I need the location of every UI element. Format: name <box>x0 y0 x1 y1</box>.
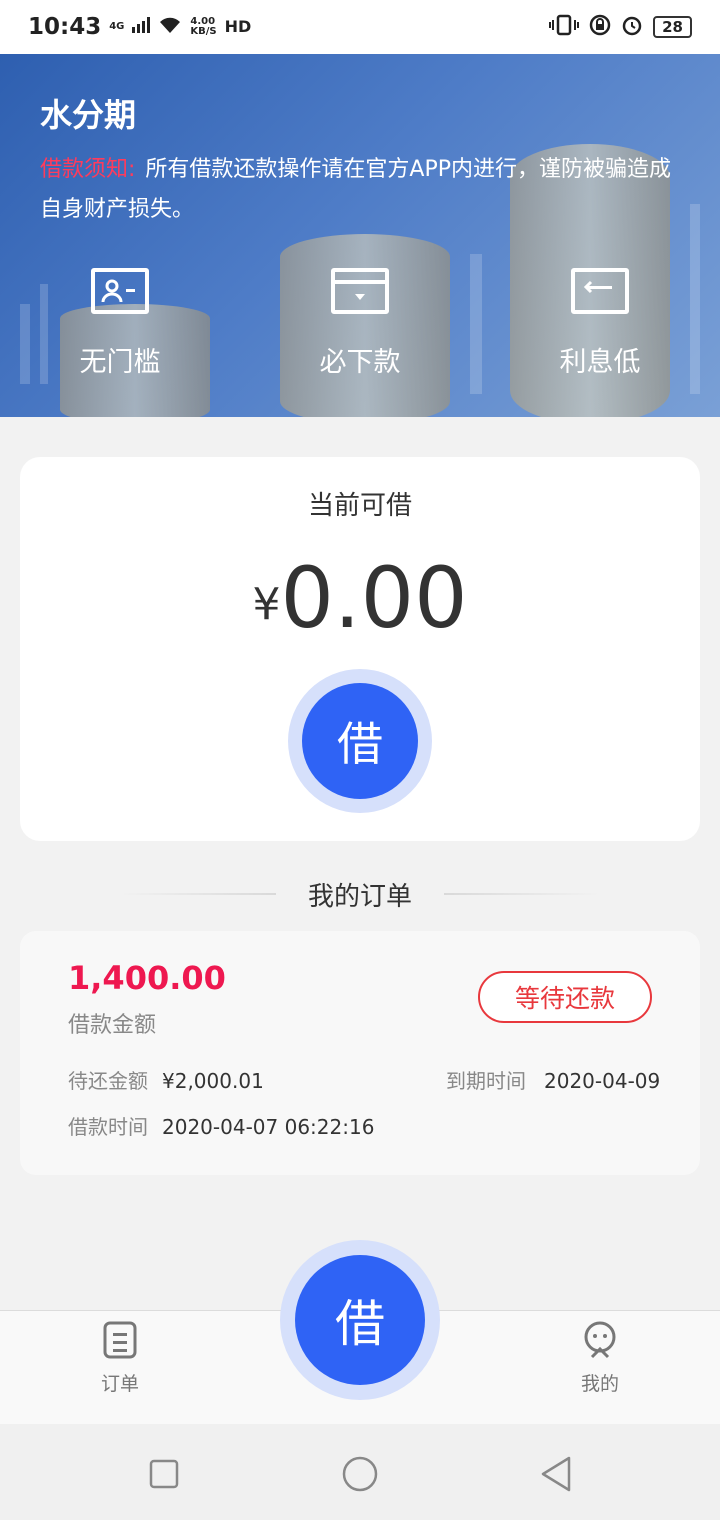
feature-label: 利息低 <box>559 347 641 378</box>
divider <box>120 893 276 895</box>
status-badge[interactable]: 等待还款 <box>478 971 652 1023</box>
center-borrow-button[interactable]: 借 <box>295 1255 425 1385</box>
section-title: 我的订单 <box>307 881 412 912</box>
loan-time-row: 借款时间 2020-04-07 06:22:16 <box>68 1111 374 1140</box>
header-banner: 水分期 借款须知: 所有借款还款操作请在官方APP内进行，谨防被骗造成自身财产损失… <box>0 54 720 417</box>
due-date-label: 到期时间 <box>446 1069 526 1093</box>
order-amount-label: 借款金额 <box>68 1013 157 1038</box>
home-button[interactable] <box>340 1454 380 1494</box>
network-speed: 4.00 KB/S <box>190 16 217 37</box>
available-title: 当前可借 <box>307 491 412 521</box>
profile-icon <box>582 1321 618 1363</box>
recent-apps-button[interactable] <box>144 1454 184 1494</box>
loan-time-label: 借款时间 <box>68 1115 148 1139</box>
borrow-button[interactable]: 借 <box>302 683 418 799</box>
feature-label: 无门槛 <box>79 347 161 378</box>
currency-symbol: ¥ <box>252 579 281 630</box>
loan-time: 2020-04-07 06:22:16 <box>162 1115 375 1139</box>
borrow-button-ring: 借 <box>288 669 432 813</box>
feature-guaranteed: 必下款 <box>240 268 480 379</box>
square-icon <box>149 1459 179 1489</box>
order-card[interactable]: 1,400.00 借款金额 等待还款 待还金额 ¥2,000.01 到期时间 202… <box>20 931 700 1175</box>
feature-low-interest: 利息低 <box>480 268 720 379</box>
feature-no-threshold: 无门槛 <box>0 268 240 379</box>
hd-indicator: HD <box>224 17 252 36</box>
alarm-icon <box>621 14 643 40</box>
signal-icon <box>132 16 151 38</box>
available-amount: ¥0.00 <box>20 549 700 647</box>
system-nav-bar <box>0 1424 720 1520</box>
due-date-row: 到期时间 2020-04-09 <box>446 1065 660 1094</box>
status-bar: 10:43 4G 4.00 KB/S HD 28 <box>0 0 720 54</box>
tab-mine[interactable]: 我的 <box>560 1321 640 1396</box>
due-date: 2020-04-09 <box>544 1069 661 1093</box>
tab-orders[interactable]: 订单 <box>80 1321 160 1396</box>
wifi-icon <box>158 16 182 39</box>
wallet-icon <box>331 268 389 314</box>
order-list-icon <box>103 1321 137 1363</box>
notice: 借款须知: 所有借款还款操作请在官方APP内进行，谨防被骗造成自身财产损失。 <box>40 150 680 230</box>
amount-value: 0.00 <box>280 549 468 647</box>
orders-section-header: 我的订单 <box>120 872 600 916</box>
status-time: 10:43 <box>28 14 102 40</box>
center-borrow-ring: 借 <box>280 1240 440 1400</box>
divider <box>443 893 600 895</box>
id-card-icon <box>91 268 149 314</box>
order-amount: 1,400.00 <box>68 959 226 997</box>
battery-level: 28 <box>653 16 692 38</box>
due-amount-row: 待还金额 ¥2,000.01 <box>68 1065 264 1094</box>
vibrate-icon <box>549 14 580 40</box>
due-amount: ¥2,000.01 <box>162 1069 264 1093</box>
loan-card: 当前可借 ¥0.00 借 <box>20 457 700 841</box>
back-button[interactable] <box>536 1454 576 1494</box>
lock-rotation-icon <box>589 14 611 40</box>
network-type: 4G <box>109 21 125 32</box>
feature-list: 无门槛 必下款 利息低 <box>0 268 720 379</box>
card-return-icon <box>571 268 629 314</box>
tab-mine-label: 我的 <box>580 1373 619 1395</box>
app-title: 水分期 <box>40 96 137 134</box>
feature-label: 必下款 <box>319 347 401 378</box>
tab-orders-label: 订单 <box>100 1373 139 1395</box>
triangle-back-icon <box>541 1456 571 1492</box>
notice-label: 借款须知: <box>40 157 136 182</box>
due-amount-label: 待还金额 <box>68 1069 148 1093</box>
circle-icon <box>342 1456 378 1492</box>
